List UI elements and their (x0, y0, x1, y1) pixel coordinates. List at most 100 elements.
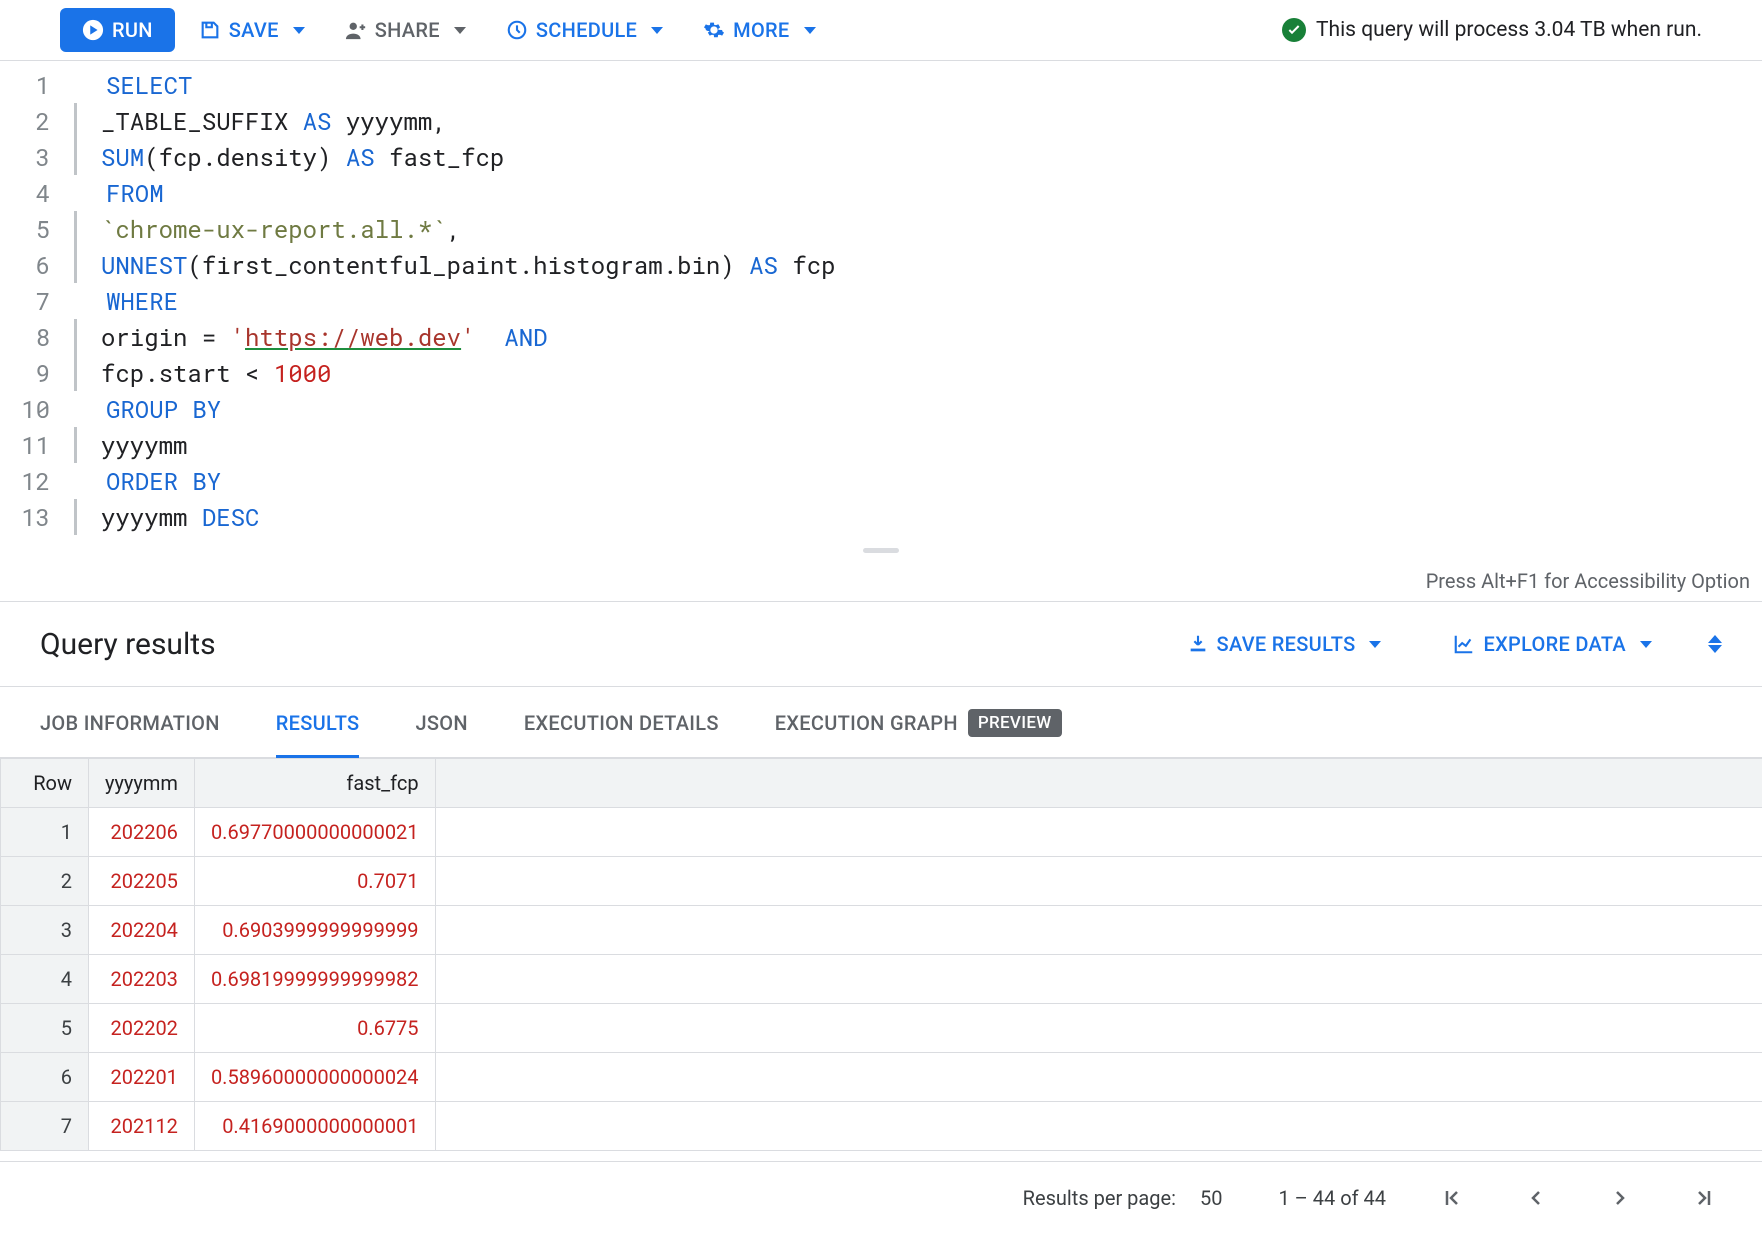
caret-down-icon (293, 27, 305, 34)
cell-yyyymm: 202205 (89, 857, 195, 906)
rpp-select[interactable]: 50 (1200, 1186, 1230, 1210)
cell-yyyymm: 202204 (89, 906, 195, 955)
table-row[interactable]: 12022060.69770000000000021 (1, 808, 1762, 857)
cell-row: 3 (1, 906, 89, 955)
table-row[interactable]: 32022040.6903999999999999 (1, 906, 1762, 955)
accessibility-hint: Press Alt+F1 for Accessibility Option (0, 565, 1762, 601)
cell-fast-fcp: 0.6775 (194, 1004, 435, 1053)
cell-row: 2 (1, 857, 89, 906)
line-number: 12 (0, 463, 70, 499)
cell-row: 6 (1, 1053, 89, 1102)
cell-yyyymm: 202201 (89, 1053, 195, 1102)
col-fast-fcp[interactable]: fast_fcp (194, 759, 435, 808)
caret-down-icon (804, 27, 816, 34)
table-row[interactable]: 72021120.4169000000000001 (1, 1102, 1762, 1151)
line-number: 4 (0, 175, 70, 211)
more-label: MORE (733, 18, 789, 42)
col-yyyymm[interactable]: yyyymm (89, 759, 195, 808)
share-button[interactable]: SHARE (329, 8, 482, 52)
schedule-icon (506, 19, 528, 41)
expand-collapse-button[interactable] (1708, 635, 1722, 653)
cell-yyyymm: 202112 (89, 1102, 195, 1151)
cell-fast-fcp: 0.58960000000000024 (194, 1053, 435, 1102)
line-number: 3 (0, 139, 70, 175)
cell-row: 5 (1, 1004, 89, 1053)
caret-down-icon (454, 27, 466, 34)
cell-fast-fcp: 0.69819999999999982 (194, 955, 435, 1004)
cell-fast-fcp: 0.4169000000000001 (194, 1102, 435, 1151)
rpp-label: Results per page: (1023, 1186, 1176, 1210)
resize-handle[interactable] (0, 535, 1762, 565)
status-text: This query will process 3.04 TB when run… (1316, 18, 1702, 42)
prev-page-button[interactable] (1518, 1180, 1554, 1216)
run-label: RUN (112, 18, 153, 42)
sql-editor[interactable]: 1SELECT 2_TABLE_SUFFIX AS yyyymm, 3SUM(f… (0, 61, 1762, 535)
next-page-button[interactable] (1602, 1180, 1638, 1216)
table-row[interactable]: 52022020.6775 (1, 1004, 1762, 1053)
cell-row: 7 (1, 1102, 89, 1151)
page-range: 1 – 44 of 44 (1278, 1186, 1386, 1210)
chart-icon (1453, 633, 1475, 655)
explore-data-label: EXPLORE DATA (1483, 632, 1626, 656)
save-button[interactable]: SAVE (183, 8, 321, 52)
cell-filler (435, 808, 1762, 857)
toolbar: RUN SAVE SHARE SCHEDULE MORE This query … (0, 0, 1762, 61)
cell-row: 1 (1, 808, 89, 857)
cell-fast-fcp: 0.69770000000000021 (194, 808, 435, 857)
cell-fast-fcp: 0.6903999999999999 (194, 906, 435, 955)
line-number: 13 (0, 499, 70, 535)
line-number: 5 (0, 211, 70, 247)
share-label: SHARE (375, 18, 440, 42)
cell-filler (435, 1053, 1762, 1102)
results-table-wrap: Row yyyymm fast_fcp 12022060.69770000000… (0, 758, 1762, 1161)
caret-down-icon (651, 27, 663, 34)
line-number: 9 (0, 355, 70, 391)
cell-yyyymm: 202206 (89, 808, 195, 857)
table-row[interactable]: 42022030.69819999999999982 (1, 955, 1762, 1004)
tab-execution-graph[interactable]: EXECUTION GRAPH PREVIEW (775, 687, 1062, 757)
caret-down-icon (1369, 641, 1381, 648)
schedule-button[interactable]: SCHEDULE (490, 8, 679, 52)
last-page-button[interactable] (1686, 1180, 1722, 1216)
line-number: 7 (0, 283, 70, 319)
save-label: SAVE (229, 18, 279, 42)
cell-fast-fcp: 0.7071 (194, 857, 435, 906)
schedule-label: SCHEDULE (536, 18, 637, 42)
line-number: 8 (0, 319, 70, 355)
results-tabs: JOB INFORMATION RESULTS JSON EXECUTION D… (0, 686, 1762, 758)
table-row[interactable]: 62022010.58960000000000024 (1, 1053, 1762, 1102)
results-title: Query results (40, 627, 216, 662)
share-icon (345, 19, 367, 41)
tab-json[interactable]: JSON (415, 687, 467, 757)
tab-results[interactable]: RESULTS (276, 687, 360, 757)
chevron-up-icon (1708, 635, 1722, 643)
run-button[interactable]: RUN (60, 8, 175, 52)
first-page-button[interactable] (1434, 1180, 1470, 1216)
query-status: This query will process 3.04 TB when run… (1282, 18, 1702, 42)
line-number: 2 (0, 103, 70, 139)
results-table: Row yyyymm fast_fcp 12022060.69770000000… (0, 758, 1762, 1151)
col-row[interactable]: Row (1, 759, 89, 808)
save-results-button[interactable]: SAVE RESULTS (1171, 622, 1398, 666)
line-number: 6 (0, 247, 70, 283)
table-row[interactable]: 22022050.7071 (1, 857, 1762, 906)
preview-badge: PREVIEW (968, 709, 1062, 737)
tab-job-information[interactable]: JOB INFORMATION (40, 687, 220, 757)
line-number: 11 (0, 427, 70, 463)
play-icon (82, 19, 104, 41)
results-header: Query results SAVE RESULTS EXPLORE DATA (0, 601, 1762, 686)
explore-data-button[interactable]: EXPLORE DATA (1437, 622, 1668, 666)
cell-yyyymm: 202203 (89, 955, 195, 1004)
cell-filler (435, 906, 1762, 955)
line-number: 1 (0, 67, 70, 103)
caret-down-icon (1640, 641, 1652, 648)
tab-execution-details[interactable]: EXECUTION DETAILS (524, 687, 719, 757)
line-number: 10 (0, 391, 70, 427)
chevron-down-icon (1708, 645, 1722, 653)
more-button[interactable]: MORE (687, 8, 831, 52)
cell-filler (435, 1102, 1762, 1151)
gear-icon (703, 19, 725, 41)
cell-filler (435, 955, 1762, 1004)
rpp-value: 50 (1200, 1186, 1222, 1210)
download-icon (1187, 633, 1209, 655)
